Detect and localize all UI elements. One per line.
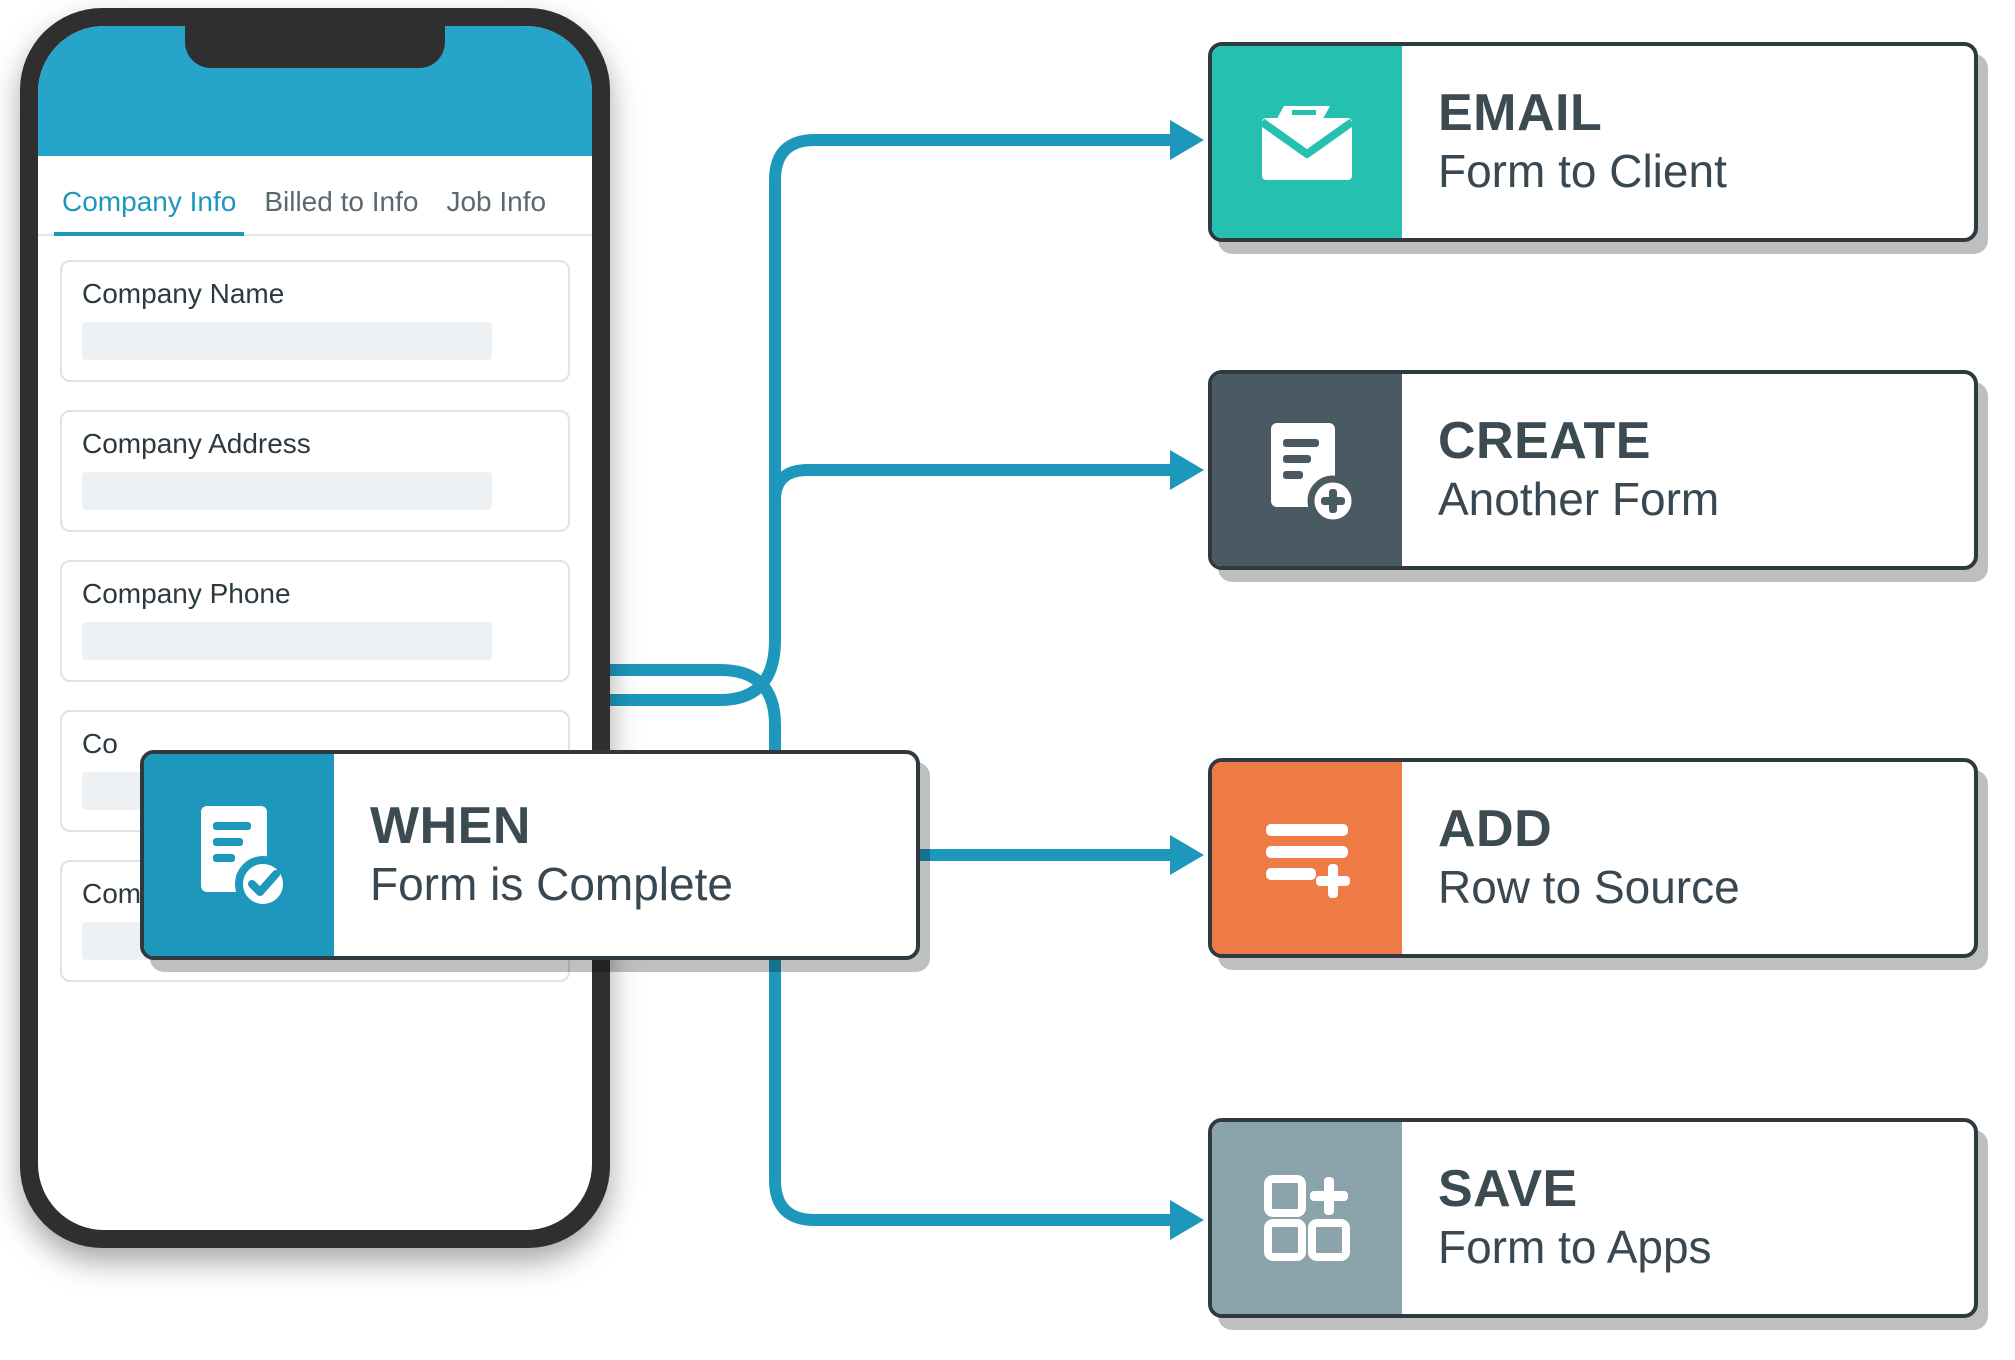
trigger-subtitle: Form is Complete xyxy=(370,858,733,911)
action-card-email[interactable]: EMAIL Form to Client xyxy=(1208,42,1978,242)
action-card-add[interactable]: ADD Row to Source xyxy=(1208,758,1978,958)
field-label: Company Phone xyxy=(82,578,548,610)
diagram-canvas: Company Info Billed to Info Job Info Com… xyxy=(0,0,2015,1360)
action-text: EMAIL Form to Client xyxy=(1402,46,1769,238)
action-card-create[interactable]: CREATE Another Form xyxy=(1208,370,1978,570)
action-text: CREATE Another Form xyxy=(1402,374,1761,566)
phone-screen: Company Info Billed to Info Job Info Com… xyxy=(38,26,592,1230)
action-card-save[interactable]: SAVE Form to Apps xyxy=(1208,1118,1978,1318)
field-input-placeholder[interactable] xyxy=(82,322,492,360)
tab-job-info[interactable]: Job Info xyxy=(432,174,560,234)
action-title: ADD xyxy=(1438,802,1740,857)
action-text: ADD Row to Source xyxy=(1402,762,1782,954)
document-check-icon xyxy=(144,754,334,956)
action-subtitle: Another Form xyxy=(1438,473,1719,526)
field-input-placeholder[interactable] xyxy=(82,472,492,510)
action-title: SAVE xyxy=(1438,1162,1712,1217)
action-subtitle: Form to Client xyxy=(1438,145,1727,198)
document-add-icon xyxy=(1212,374,1402,566)
phone-notch xyxy=(185,26,445,68)
trigger-card[interactable]: WHEN Form is Complete xyxy=(140,750,920,960)
rows-add-icon xyxy=(1212,762,1402,954)
action-title: EMAIL xyxy=(1438,86,1727,141)
field-company-phone[interactable]: Company Phone xyxy=(60,560,570,682)
form-tabs: Company Info Billed to Info Job Info xyxy=(38,156,592,236)
app-grid-add-icon xyxy=(1212,1122,1402,1314)
action-subtitle: Form to Apps xyxy=(1438,1221,1712,1274)
trigger-text: WHEN Form is Complete xyxy=(334,754,775,956)
field-input-placeholder[interactable] xyxy=(82,622,492,660)
field-company-name[interactable]: Company Name xyxy=(60,260,570,382)
action-text: SAVE Form to Apps xyxy=(1402,1122,1754,1314)
action-title: CREATE xyxy=(1438,414,1719,469)
field-company-address[interactable]: Company Address xyxy=(60,410,570,532)
phone-frame: Company Info Billed to Info Job Info Com… xyxy=(20,8,610,1248)
tab-company-info[interactable]: Company Info xyxy=(48,174,250,234)
tab-billed-to-info[interactable]: Billed to Info xyxy=(250,174,432,234)
field-label: Company Address xyxy=(82,428,548,460)
field-label: Company Name xyxy=(82,278,548,310)
action-subtitle: Row to Source xyxy=(1438,861,1740,914)
trigger-title: WHEN xyxy=(370,799,733,854)
envelope-icon xyxy=(1212,46,1402,238)
